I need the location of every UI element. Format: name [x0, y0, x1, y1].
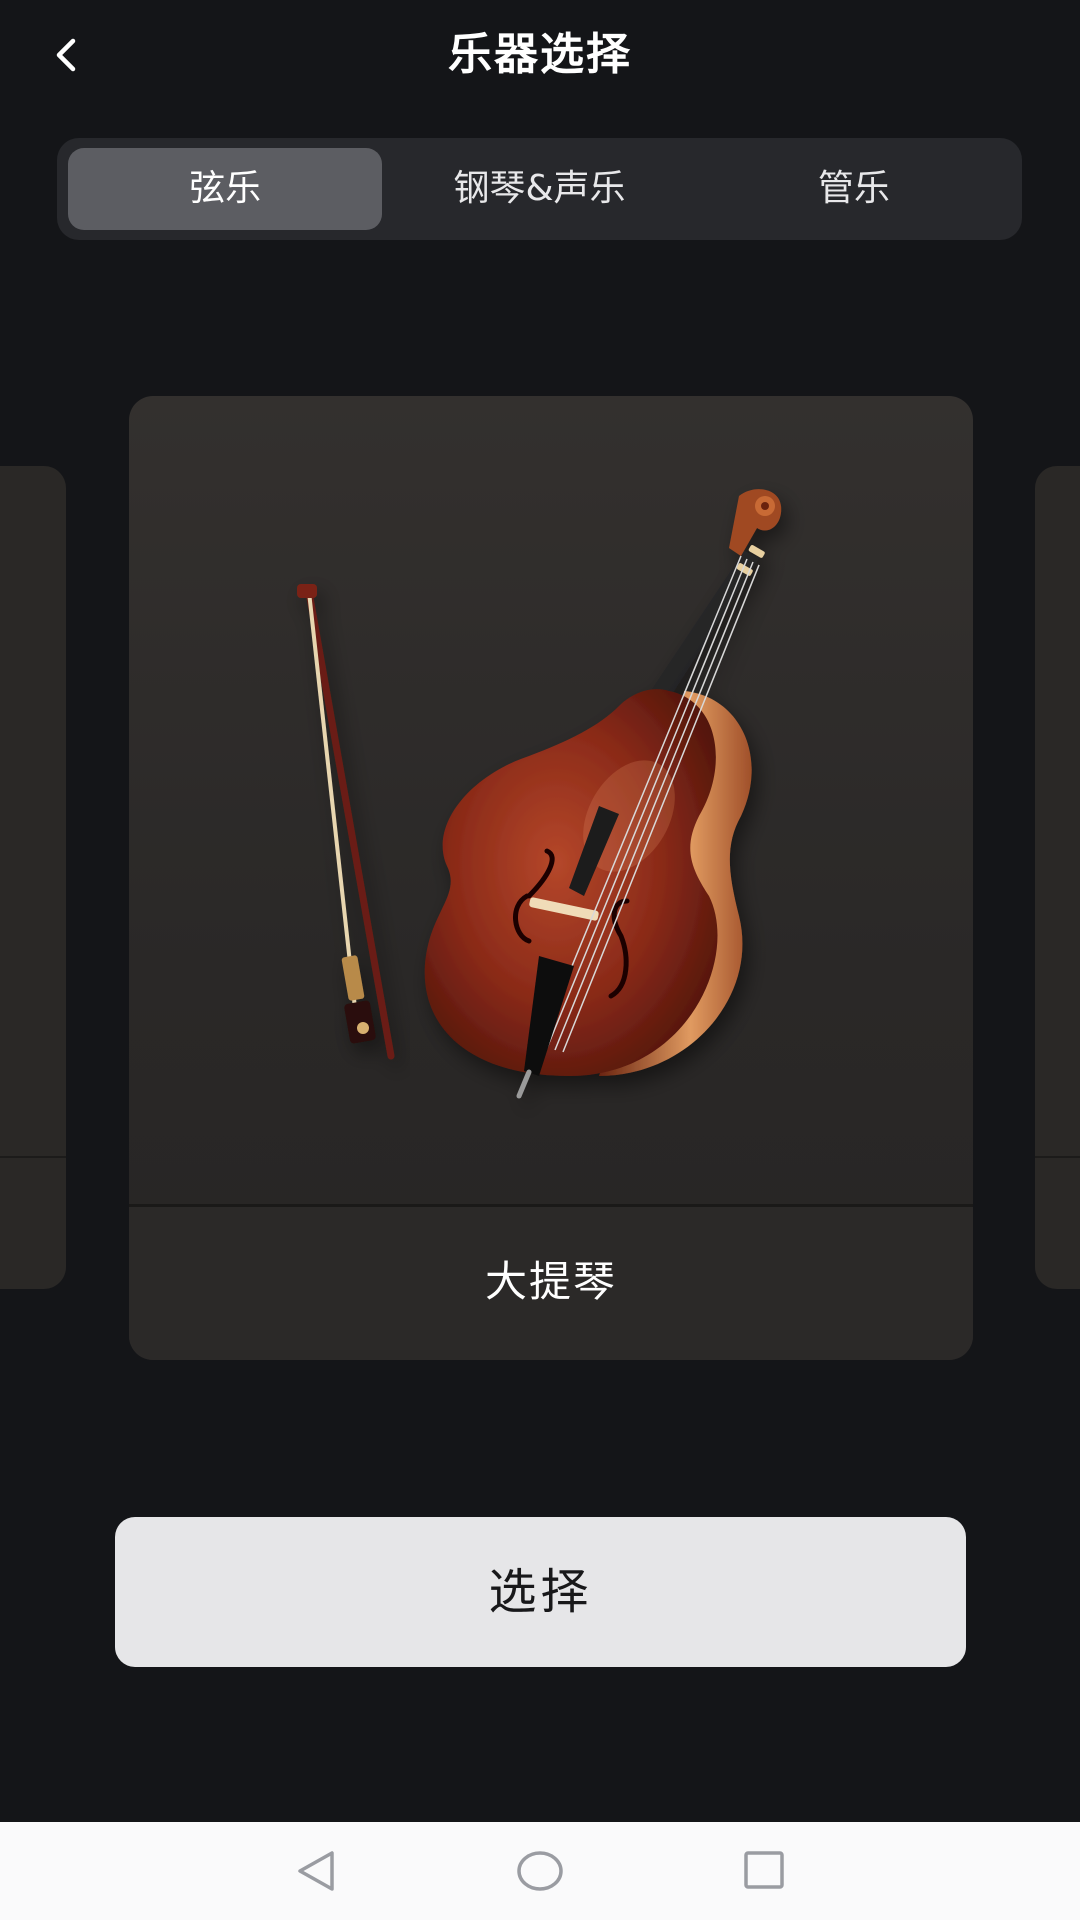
system-back-button[interactable]: [256, 1822, 376, 1920]
double-bass-with-bow-illustration: [297, 489, 782, 1099]
card-divider: [1035, 1156, 1080, 1158]
tab-piano-vocal[interactable]: 钢琴&声乐: [382, 148, 696, 230]
category-tabs: 弦乐 钢琴&声乐 管乐: [57, 138, 1022, 240]
instrument-name: 大提琴: [129, 1207, 973, 1360]
select-button[interactable]: 选择: [115, 1517, 966, 1667]
system-recents-button[interactable]: [704, 1822, 824, 1920]
previous-instrument-card[interactable]: [0, 466, 66, 1289]
instrument-select-screen: 乐器选择 弦乐 钢琴&声乐 管乐 大提琴 选择: [0, 0, 1080, 1920]
current-instrument-card[interactable]: 大提琴: [129, 396, 973, 1360]
instrument-image: [129, 396, 973, 1204]
tab-winds[interactable]: 管乐: [697, 148, 1011, 230]
next-instrument-card[interactable]: [1035, 466, 1080, 1289]
triangle-back-icon: [298, 1851, 334, 1891]
system-home-button[interactable]: [480, 1822, 600, 1920]
tab-strings[interactable]: 弦乐: [68, 148, 383, 230]
circle-home-icon: [517, 1851, 563, 1891]
square-recents-icon: [744, 1851, 784, 1889]
page-title: 乐器选择: [448, 29, 632, 80]
card-divider: [0, 1156, 66, 1158]
